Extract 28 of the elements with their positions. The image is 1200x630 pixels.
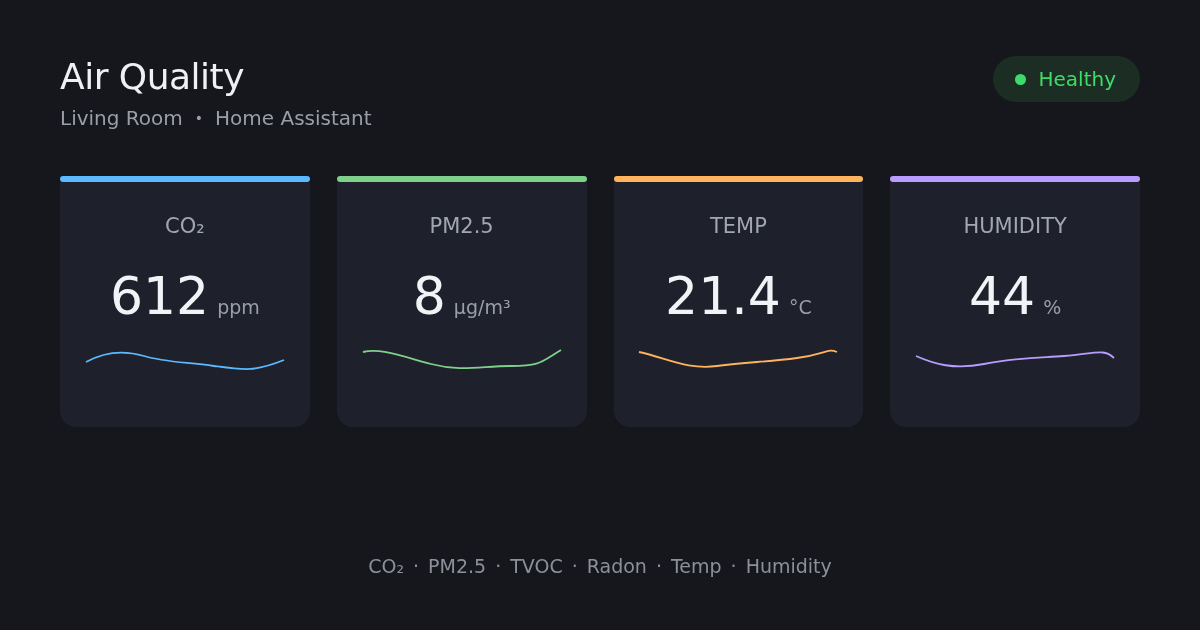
footer-item: Radon xyxy=(586,555,647,577)
metric-unit: µg/m³ xyxy=(453,296,511,318)
metric-label: CO₂ xyxy=(165,214,205,238)
page-title: Air Quality xyxy=(60,55,245,99)
subtitle-text: Home Assistant xyxy=(215,106,372,130)
metric-unit: % xyxy=(1043,296,1062,318)
metric-label: PM2.5 xyxy=(429,214,494,238)
separator-dot: · xyxy=(495,555,502,577)
subtitle-text: Living Room xyxy=(60,106,183,130)
footer-item: CO₂ xyxy=(368,555,405,577)
separator-dot: · xyxy=(730,555,737,577)
footer-item: TVOC xyxy=(510,555,563,577)
footer-item: PM2.5 xyxy=(428,555,487,577)
footer-item: Temp xyxy=(670,555,722,577)
separator-dot: · xyxy=(413,555,420,577)
separator-dot: · xyxy=(571,555,578,577)
footer-item: Humidity xyxy=(745,555,832,577)
metric-value: 8 xyxy=(412,266,446,326)
metric-value: 44 xyxy=(969,266,1036,326)
separator-dot: • xyxy=(194,110,204,126)
metric-label: HUMIDITY xyxy=(963,214,1067,238)
metric-value: 612 xyxy=(109,266,210,326)
metric-unit: ppm xyxy=(217,296,260,318)
metric-label: TEMP xyxy=(709,214,767,238)
metric-unit: °C xyxy=(788,296,812,318)
metric-value: 21.4 xyxy=(665,266,781,326)
separator-dot: · xyxy=(655,555,662,577)
status-badge: Healthy xyxy=(993,56,1140,102)
